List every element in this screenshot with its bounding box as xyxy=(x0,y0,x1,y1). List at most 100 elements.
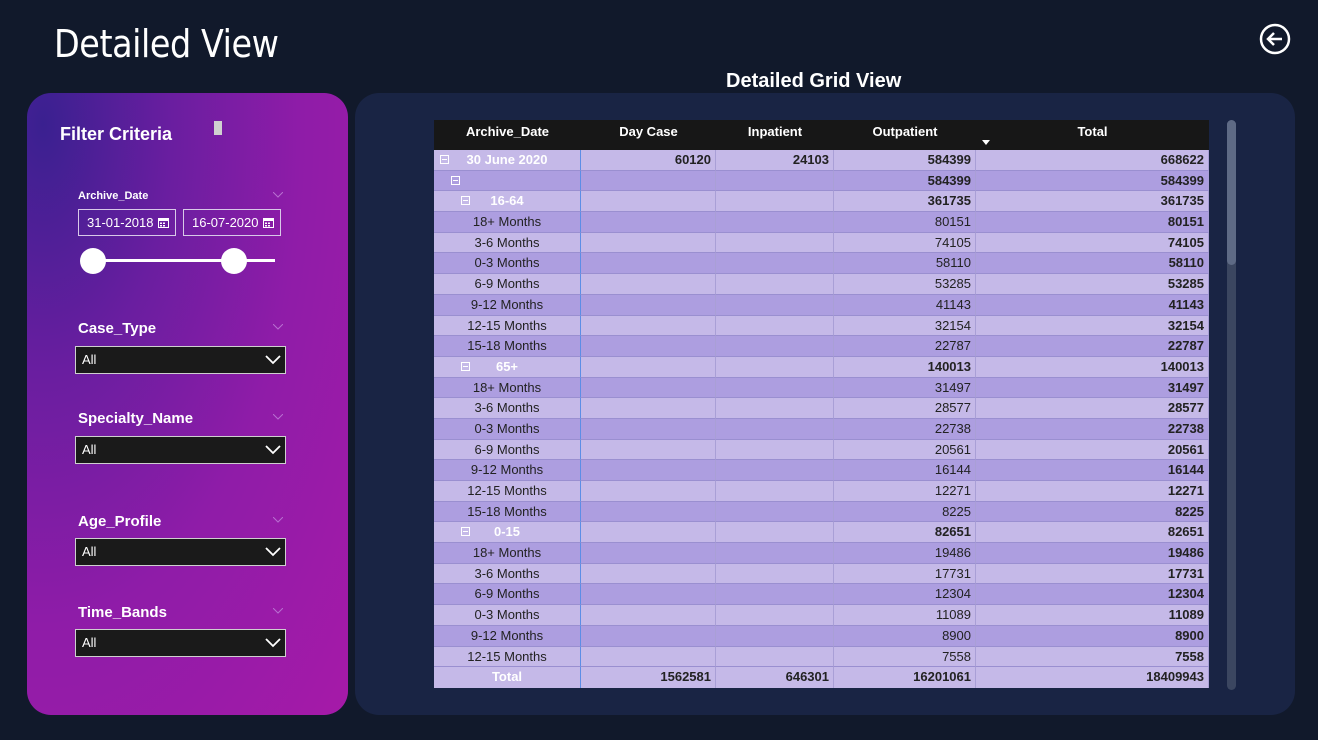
row-label: 0-3 Months xyxy=(434,253,581,275)
table-row: 9-12 Months 41143 41143 xyxy=(434,294,1209,316)
row-label[interactable]: 30 June 2020 xyxy=(434,150,581,171)
cell-total: 82651 xyxy=(976,522,1209,544)
filter-panel: Filter Criteria Archive_Date 31-01-2018 … xyxy=(27,93,348,715)
chevron-down-icon xyxy=(265,355,281,365)
table-row: 584399 584399 xyxy=(434,170,1209,192)
cell-total: 74105 xyxy=(976,232,1209,254)
cell-total: 8900 xyxy=(976,625,1209,647)
row-label: 18+ Months xyxy=(434,377,581,399)
start-date-value: 31-01-2018 xyxy=(87,215,154,230)
cell-outpatient: 58110 xyxy=(834,253,976,275)
row-label[interactable]: 65+ xyxy=(434,356,581,378)
table-row: 18+ Months 19486 19486 xyxy=(434,543,1209,564)
column-header[interactable]: Total xyxy=(976,120,1209,150)
column-header[interactable]: Day Case xyxy=(581,120,716,150)
cell-outpatient: 22738 xyxy=(834,418,976,440)
specialty-name-dropdown[interactable]: All xyxy=(75,436,286,464)
cell-outpatient: 11089 xyxy=(834,605,976,626)
slider-end-handle[interactable] xyxy=(221,248,247,274)
chevron-down-icon[interactable] xyxy=(273,324,283,330)
cell-day-case xyxy=(581,274,716,295)
chevron-down-icon[interactable] xyxy=(273,517,283,523)
collapse-icon[interactable] xyxy=(451,175,460,185)
cell-day-case xyxy=(581,418,716,440)
matrix-header: Archive_Date Day Case Inpatient Outpatie… xyxy=(434,120,1209,150)
cell-inpatient xyxy=(716,418,834,440)
cell-total: 19486 xyxy=(976,543,1209,564)
date-range-slider[interactable] xyxy=(93,259,275,262)
cell-day-case xyxy=(581,460,716,481)
cell-outpatient: 12304 xyxy=(834,584,976,606)
cell-inpatient xyxy=(716,232,834,254)
row-label: 0-3 Months xyxy=(434,605,581,626)
cell-outpatient: 584399 xyxy=(834,150,976,171)
collapse-icon[interactable] xyxy=(461,361,470,371)
cell-outpatient: 17731 xyxy=(834,563,976,585)
end-date-input[interactable]: 16-07-2020 xyxy=(183,209,281,236)
row-label-text: 3-6 Months xyxy=(474,234,540,250)
row-label-text: 18+ Months xyxy=(472,214,542,230)
cell-total: 28577 xyxy=(976,398,1209,419)
table-row: 0-3 Months 11089 11089 xyxy=(434,605,1209,626)
cell-inpatient xyxy=(716,212,834,233)
case-type-value: All xyxy=(82,352,97,367)
row-label: 18+ Months xyxy=(434,543,581,564)
chevron-down-icon[interactable] xyxy=(273,192,283,198)
row-label[interactable] xyxy=(434,170,581,192)
cell-total: 584399 xyxy=(976,170,1209,192)
chevron-down-icon[interactable] xyxy=(273,608,283,614)
cell-day-case xyxy=(581,605,716,626)
start-date-input[interactable]: 31-01-2018 xyxy=(78,209,176,236)
case-type-dropdown[interactable]: All xyxy=(75,346,286,374)
table-row: 18+ Months 80151 80151 xyxy=(434,212,1209,233)
table-row: 18+ Months 31497 31497 xyxy=(434,377,1209,399)
cell-day-case xyxy=(581,563,716,585)
cell-day-case xyxy=(581,377,716,399)
column-header[interactable]: Inpatient xyxy=(716,120,834,150)
cell-outpatient: 32154 xyxy=(834,315,976,337)
row-label[interactable]: 0-15 xyxy=(434,522,581,544)
cell-total: 16144 xyxy=(976,460,1209,481)
cell-outpatient: 41143 xyxy=(834,294,976,316)
table-row: 12-15 Months 32154 32154 xyxy=(434,315,1209,337)
row-label-text: 15-18 Months xyxy=(467,338,547,354)
cell-day-case xyxy=(581,522,716,544)
table-row: 30 June 2020 60120 24103 584399 668622 xyxy=(434,150,1209,171)
chevron-down-icon[interactable] xyxy=(273,414,283,420)
column-header[interactable]: Outpatient xyxy=(834,120,976,150)
grid-scrollbar[interactable] xyxy=(1227,120,1236,690)
time-bands-label: Time_Bands xyxy=(78,604,167,621)
age-profile-label: Age_Profile xyxy=(78,513,162,530)
scrollbar-thumb[interactable] xyxy=(1227,120,1236,265)
cell-day-case xyxy=(581,398,716,419)
cell-inpatient xyxy=(716,377,834,399)
back-button[interactable] xyxy=(1259,23,1291,55)
cell-total: 8225 xyxy=(976,501,1209,523)
collapse-icon[interactable] xyxy=(461,196,470,206)
cell-outpatient: 12271 xyxy=(834,481,976,502)
cell-day-case: 60120 xyxy=(581,150,716,171)
column-header[interactable]: Archive_Date xyxy=(434,120,581,150)
calendar-icon[interactable] xyxy=(158,217,169,228)
row-label-text: 16-64 xyxy=(490,193,524,209)
calendar-icon[interactable] xyxy=(263,217,274,228)
case-type-label: Case_Type xyxy=(78,320,157,337)
table-row: 6-9 Months 12304 12304 xyxy=(434,584,1209,606)
table-row: 3-6 Months 28577 28577 xyxy=(434,398,1209,419)
total-day-case: 1562581 xyxy=(581,667,716,688)
cell-outpatient: 140013 xyxy=(834,356,976,378)
slider-start-handle[interactable] xyxy=(80,248,106,274)
cell-outpatient: 19486 xyxy=(834,543,976,564)
row-label-text: 0-3 Months xyxy=(474,420,540,436)
collapse-icon[interactable] xyxy=(461,527,470,537)
row-label-text: 3-6 Months xyxy=(474,565,540,581)
cell-outpatient: 82651 xyxy=(834,522,976,544)
cell-day-case xyxy=(581,439,716,461)
cell-day-case xyxy=(581,481,716,502)
age-profile-dropdown[interactable]: All xyxy=(75,538,286,566)
time-bands-dropdown[interactable]: All xyxy=(75,629,286,657)
row-label[interactable]: 16-64 xyxy=(434,191,581,213)
total-label: Total xyxy=(434,667,581,688)
collapse-icon[interactable] xyxy=(440,155,449,164)
cell-outpatient: 8900 xyxy=(834,625,976,647)
